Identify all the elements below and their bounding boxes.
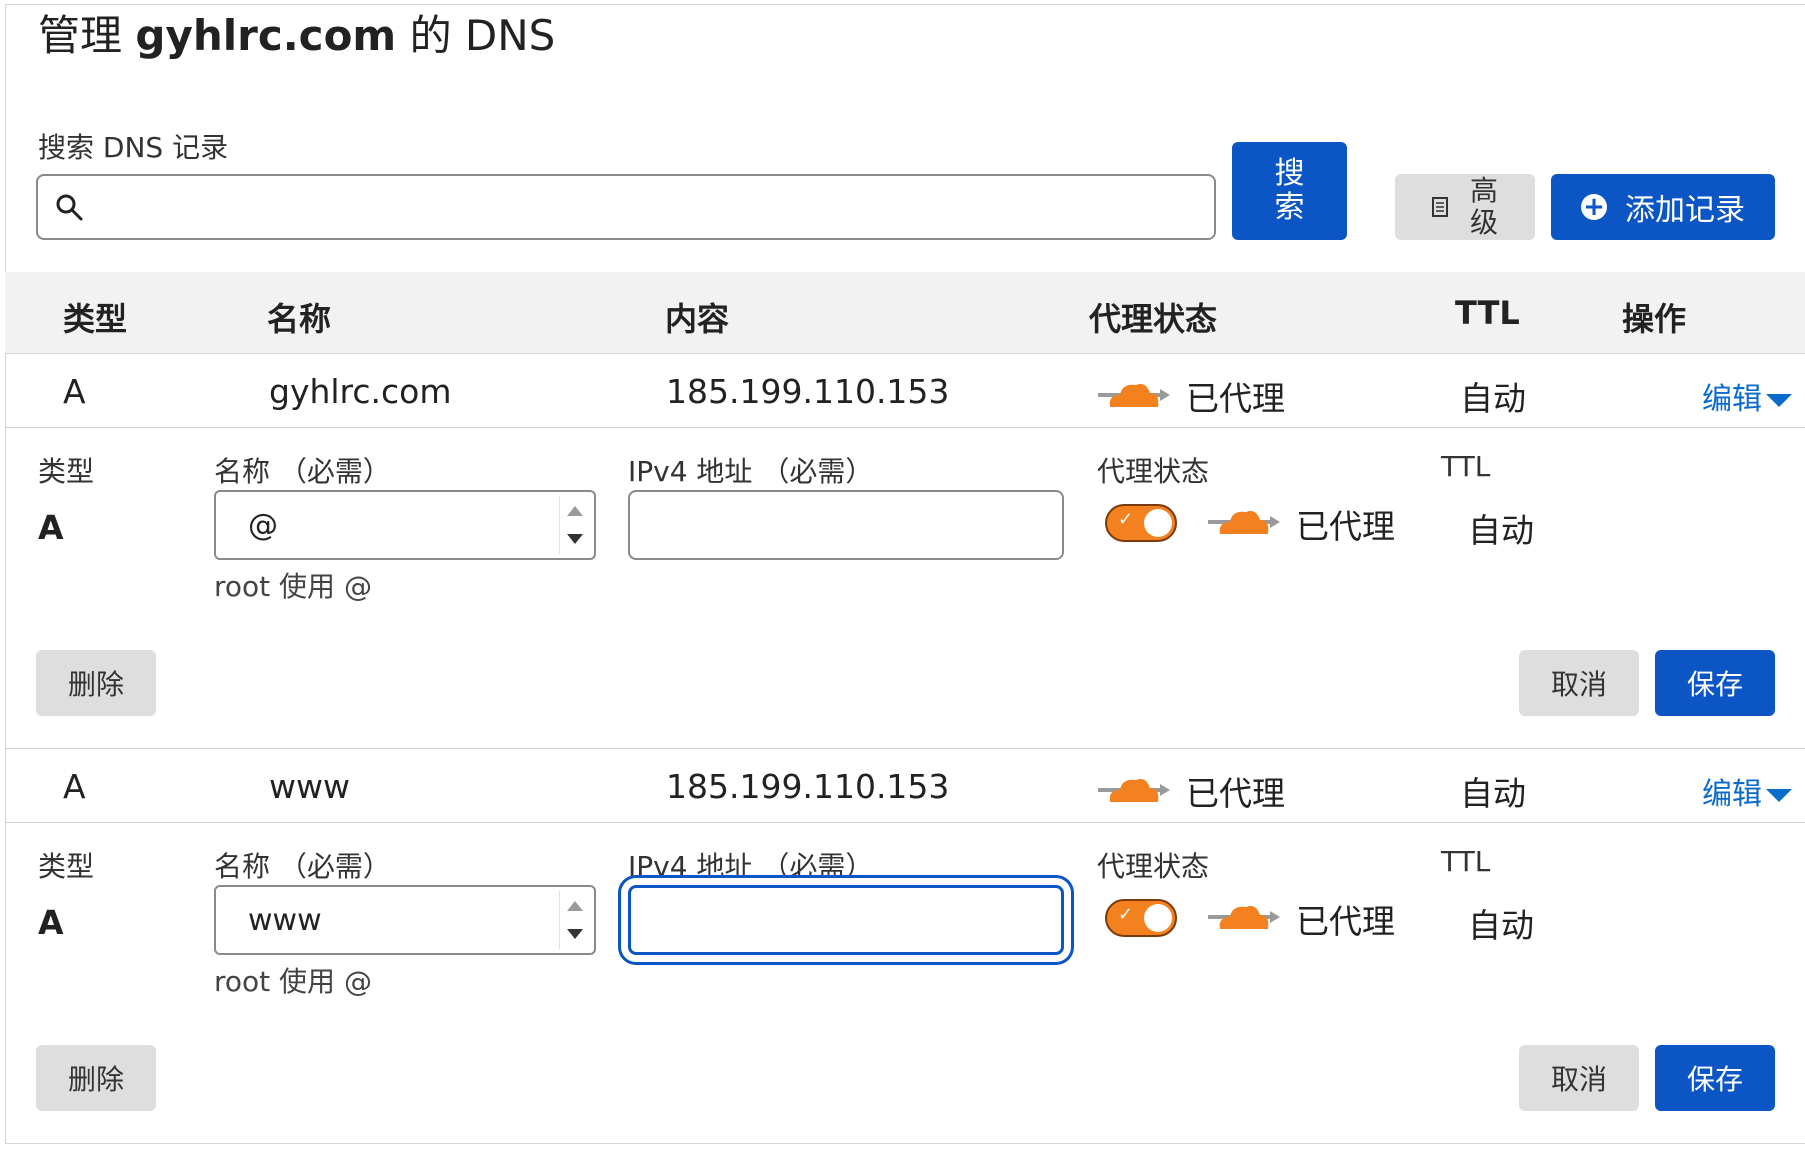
advanced-button[interactable]: 高级: [1395, 174, 1535, 240]
row-name: www: [269, 767, 350, 806]
caret-down-icon: [1766, 394, 1792, 407]
add-record-button[interactable]: + 添加记录: [1551, 174, 1775, 240]
name-input[interactable]: @: [214, 490, 596, 560]
page-title: 管理 gyhlrc.com 的 DNS: [38, 11, 556, 60]
search-label: 搜索 DNS 记录: [38, 131, 229, 164]
editor-proxy-label: 代理状态: [1097, 850, 1210, 883]
editor-ip-label: IPv4 地址 （必需）: [628, 455, 874, 488]
ipv4-input[interactable]: [628, 885, 1064, 955]
proxy-toggle[interactable]: ✓: [1105, 899, 1177, 937]
delete-button[interactable]: 删除: [36, 1045, 156, 1111]
header-type: 类型: [63, 300, 128, 338]
page-title-domain: gyhlrc.com: [135, 11, 397, 60]
cloud-proxied-icon: [1208, 906, 1280, 929]
row-ttl: 自动: [1460, 774, 1526, 813]
delete-button[interactable]: 删除: [36, 650, 156, 716]
proxy-toggle[interactable]: ✓: [1105, 504, 1177, 542]
cloud-proxied-icon: [1208, 511, 1280, 534]
name-helper-text: root 使用 @: [214, 570, 372, 603]
search-button[interactable]: 搜 索: [1232, 142, 1347, 240]
row-ttl: 自动: [1460, 379, 1526, 418]
document-icon: [1431, 197, 1448, 217]
name-input[interactable]: www: [214, 885, 596, 955]
spinner[interactable]: [559, 496, 590, 554]
editor-name-label: 名称 （必需）: [214, 455, 391, 488]
editor-ttl-label: TTL: [1441, 845, 1491, 878]
row-name: gyhlrc.com: [269, 372, 452, 411]
editor-proxy-value: 已代理: [1296, 902, 1395, 941]
editor-proxy-label: 代理状态: [1097, 455, 1210, 488]
save-button[interactable]: 保存: [1655, 1045, 1775, 1111]
editor-ttl-value: 自动: [1468, 906, 1534, 945]
edit-link[interactable]: 编辑: [1702, 374, 1792, 418]
editor-ip-label: IPv4 地址 （必需）: [628, 850, 874, 883]
row-content: 185.199.110.153: [666, 372, 950, 411]
row-proxy-status: 已代理: [1186, 379, 1285, 418]
cloud-proxied-icon: [1098, 779, 1170, 802]
save-button[interactable]: 保存: [1655, 650, 1775, 716]
editor-type-value: A: [38, 508, 64, 547]
header-actions: 操作: [1622, 300, 1687, 338]
header-ttl: TTL: [1455, 294, 1520, 332]
row-content: 185.199.110.153: [666, 767, 950, 806]
row-type: A: [63, 372, 86, 411]
editor-ttl-value: 自动: [1468, 511, 1534, 550]
spinner[interactable]: [559, 891, 590, 949]
row-proxy-status: 已代理: [1186, 774, 1285, 813]
editor-proxy-value: 已代理: [1296, 507, 1395, 546]
row-type: A: [63, 767, 86, 806]
check-icon: ✓: [1118, 904, 1134, 925]
editor-type-label: 类型: [38, 850, 95, 883]
edit-link[interactable]: 编辑: [1702, 769, 1792, 813]
header-name: 名称: [267, 300, 332, 338]
editor-name-label: 名称 （必需）: [214, 850, 391, 883]
cloud-proxied-icon: [1098, 384, 1170, 407]
header-content: 内容: [665, 300, 730, 338]
editor-type-label: 类型: [38, 455, 95, 488]
search-input[interactable]: [36, 174, 1216, 240]
caret-down-icon: [1766, 789, 1792, 802]
check-icon: ✓: [1118, 509, 1134, 530]
plus-circle-icon: +: [1581, 194, 1607, 220]
editor-type-value: A: [38, 903, 64, 942]
name-helper-text: root 使用 @: [214, 965, 372, 998]
ipv4-input[interactable]: [628, 490, 1064, 560]
search-icon: [56, 194, 83, 221]
cancel-button[interactable]: 取消: [1519, 650, 1639, 716]
editor-ttl-label: TTL: [1441, 450, 1491, 483]
cancel-button[interactable]: 取消: [1519, 1045, 1639, 1111]
header-proxy-status: 代理状态: [1089, 300, 1218, 338]
